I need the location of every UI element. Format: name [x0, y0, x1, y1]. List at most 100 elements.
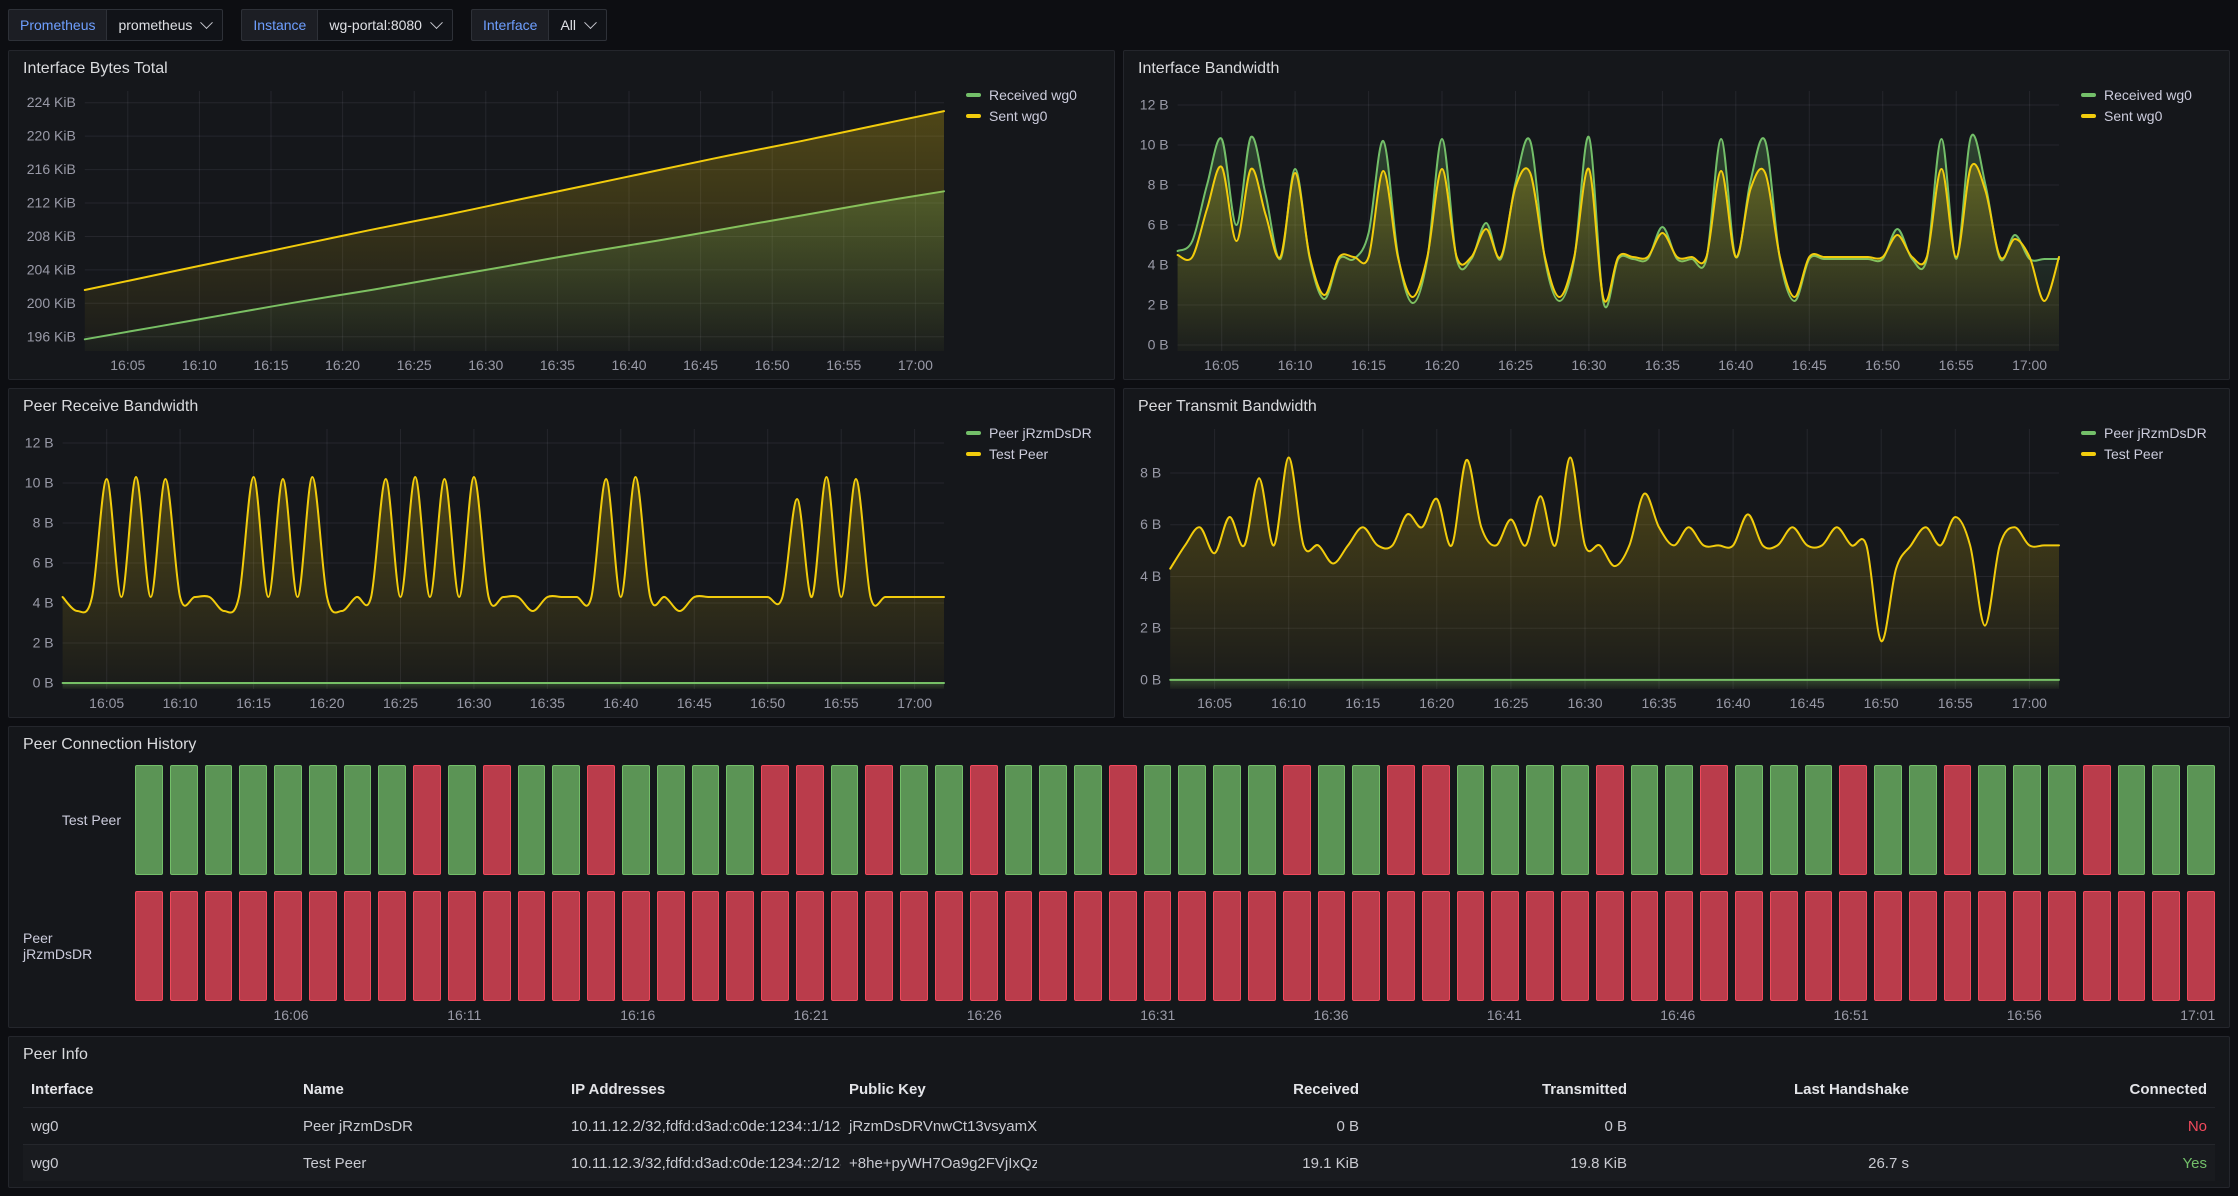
var-select-prometheus[interactable]: prometheus [106, 9, 223, 41]
status-bar-down[interactable] [2083, 765, 2111, 875]
time-series-chart[interactable]: 0 B2 B4 B6 B8 B10 B12 B16:0516:1016:1516… [1132, 81, 2067, 377]
status-bar-down[interactable] [1978, 891, 2006, 1001]
status-bar-up[interactable] [170, 765, 198, 875]
status-bar-down[interactable] [413, 765, 441, 875]
status-bar-up[interactable] [1909, 765, 1937, 875]
col-header-public-key[interactable]: Public Key [841, 1081, 1037, 1098]
status-bar-down[interactable] [1248, 891, 1276, 1001]
status-bar-down[interactable] [900, 891, 928, 1001]
status-bar-down[interactable] [865, 891, 893, 1001]
status-bar-up[interactable] [1631, 765, 1659, 875]
status-bar-down[interactable] [970, 765, 998, 875]
status-bar-down[interactable] [1283, 765, 1311, 875]
panel-title[interactable]: Interface Bandwidth [1124, 51, 2229, 81]
status-bar-up[interactable] [1561, 765, 1589, 875]
col-header-ip-addresses[interactable]: IP Addresses [563, 1081, 841, 1098]
status-bar-up[interactable] [274, 765, 302, 875]
status-bar-down[interactable] [1074, 891, 1102, 1001]
status-bar-down[interactable] [1005, 891, 1033, 1001]
col-header-last-handshake[interactable]: Last Handshake [1635, 1081, 1917, 1098]
panel-title[interactable]: Peer Info [9, 1037, 2229, 1067]
var-select-instance[interactable]: wg-portal:8080 [317, 9, 453, 41]
status-bar-up[interactable] [935, 765, 963, 875]
legend-item[interactable]: Received wg0 [2081, 87, 2215, 103]
status-bar-up[interactable] [1074, 765, 1102, 875]
time-series-chart[interactable]: 0 B2 B4 B6 B8 B16:0516:1016:1516:2016:25… [1132, 419, 2067, 715]
status-bar-down[interactable] [1631, 891, 1659, 1001]
status-bar-up[interactable] [135, 765, 163, 875]
status-bar-down[interactable] [483, 891, 511, 1001]
status-bar-down[interactable] [205, 891, 233, 1001]
status-bar-down[interactable] [1561, 891, 1589, 1001]
chart-svg[interactable]: 0 B2 B4 B6 B8 B10 B12 B16:0516:1016:1516… [17, 419, 952, 715]
status-bar-down[interactable] [1735, 891, 1763, 1001]
status-bar-up[interactable] [552, 765, 580, 875]
status-bar-down[interactable] [1283, 891, 1311, 1001]
status-bar-up[interactable] [622, 765, 650, 875]
status-bar-up[interactable] [1457, 765, 1485, 875]
status-bar-down[interactable] [1944, 891, 1972, 1001]
status-bar-down[interactable] [1178, 891, 1206, 1001]
status-bar-down[interactable] [1805, 891, 1833, 1001]
col-header-connected[interactable]: Connected [1917, 1081, 2215, 1098]
status-bar-down[interactable] [413, 891, 441, 1001]
time-series-chart[interactable]: 0 B2 B4 B6 B8 B10 B12 B16:0516:1016:1516… [17, 419, 952, 715]
status-bar-up[interactable] [2013, 765, 2041, 875]
panel-title[interactable]: Peer Transmit Bandwidth [1124, 389, 2229, 419]
status-bar-up[interactable] [1735, 765, 1763, 875]
status-bar-down[interactable] [1491, 891, 1519, 1001]
status-bar-down[interactable] [935, 891, 963, 1001]
status-bar-down[interactable] [483, 765, 511, 875]
status-bar-down[interactable] [1387, 891, 1415, 1001]
status-bar-down[interactable] [2048, 891, 2076, 1001]
status-bar-down[interactable] [448, 891, 476, 1001]
table-row[interactable]: wg0Test Peer10.11.12.3/32,fdfd:d3ad:c0de… [23, 1144, 2215, 1181]
status-bar-down[interactable] [1387, 765, 1415, 875]
col-header-name[interactable]: Name [295, 1081, 563, 1098]
status-bar-down[interactable] [2118, 891, 2146, 1001]
status-bar-up[interactable] [1144, 765, 1172, 875]
panel-title[interactable]: Interface Bytes Total [9, 51, 1114, 81]
legend-item[interactable]: Sent wg0 [966, 108, 1100, 124]
status-bar-up[interactable] [1665, 765, 1693, 875]
status-bar-up[interactable] [1178, 765, 1206, 875]
status-bar-up[interactable] [1491, 765, 1519, 875]
status-bar-up[interactable] [1805, 765, 1833, 875]
status-bar-up[interactable] [1770, 765, 1798, 875]
status-bar-down[interactable] [1318, 891, 1346, 1001]
status-bar-down[interactable] [1944, 765, 1972, 875]
status-bar-up[interactable] [344, 765, 372, 875]
status-bar-down[interactable] [692, 891, 720, 1001]
status-bar-down[interactable] [378, 891, 406, 1001]
status-bar-up[interactable] [831, 765, 859, 875]
status-bar-up[interactable] [726, 765, 754, 875]
col-header-interface[interactable]: Interface [23, 1081, 295, 1098]
panel-title[interactable]: Peer Connection History [9, 727, 2229, 757]
status-bar-down[interactable] [970, 891, 998, 1001]
status-bar-down[interactable] [1109, 891, 1137, 1001]
legend-item[interactable]: Test Peer [966, 446, 1100, 462]
var-select-interface[interactable]: All [548, 9, 607, 41]
status-bar-down[interactable] [344, 891, 372, 1001]
status-bar-down[interactable] [1665, 891, 1693, 1001]
legend-item[interactable]: Received wg0 [966, 87, 1100, 103]
status-bar-down[interactable] [2187, 891, 2215, 1001]
col-header-received[interactable]: Received [1037, 1081, 1367, 1098]
status-bar-down[interactable] [1839, 891, 1867, 1001]
status-bar-down[interactable] [309, 891, 337, 1001]
legend-item[interactable]: Sent wg0 [2081, 108, 2215, 124]
status-bar-down[interactable] [865, 765, 893, 875]
status-bar-down[interactable] [796, 765, 824, 875]
status-bar-up[interactable] [692, 765, 720, 875]
status-bar-down[interactable] [761, 765, 789, 875]
chart-svg[interactable]: 196 KiB200 KiB204 KiB208 KiB212 KiB216 K… [17, 81, 952, 377]
status-bar-down[interactable] [170, 891, 198, 1001]
status-bar-up[interactable] [1874, 765, 1902, 875]
status-bar-down[interactable] [1700, 765, 1728, 875]
status-bar-down[interactable] [552, 891, 580, 1001]
status-bar-down[interactable] [1457, 891, 1485, 1001]
status-bar-up[interactable] [205, 765, 233, 875]
status-bar-down[interactable] [1770, 891, 1798, 1001]
status-bar-down[interactable] [761, 891, 789, 1001]
status-bar-down[interactable] [726, 891, 754, 1001]
